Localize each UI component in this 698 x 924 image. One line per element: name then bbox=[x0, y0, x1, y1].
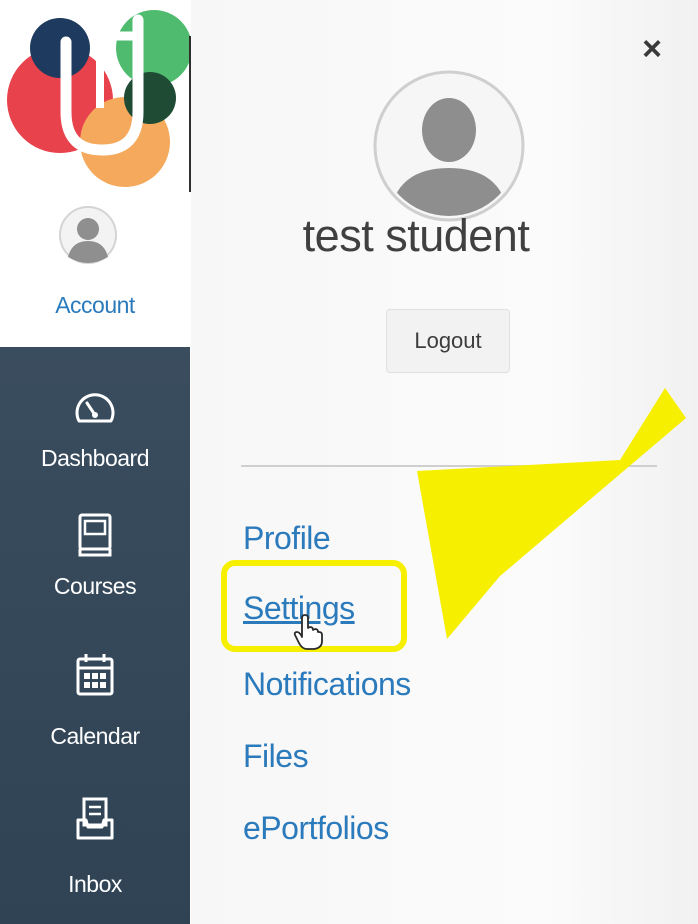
profile-link[interactable]: Profile bbox=[243, 520, 331, 557]
inbox-icon bbox=[0, 789, 190, 849]
account-avatar-icon bbox=[58, 205, 118, 265]
nav-item-inbox[interactable]: Inbox bbox=[0, 789, 190, 919]
nav-item-account[interactable]: Account bbox=[0, 195, 190, 347]
dashboard-icon bbox=[0, 377, 190, 437]
logout-button[interactable]: Logout bbox=[386, 309, 510, 373]
notifications-link[interactable]: Notifications bbox=[243, 666, 411, 703]
account-label: Account bbox=[55, 292, 135, 318]
app-window: Account Dashboard Courses Calendar Inbox… bbox=[0, 0, 698, 924]
user-name: test student bbox=[302, 210, 530, 261]
institution-logo[interactable] bbox=[0, 0, 190, 190]
courses-icon bbox=[0, 505, 190, 565]
nav-label-dashboard: Dashboard bbox=[40, 445, 150, 471]
calendar-icon bbox=[0, 645, 190, 705]
nav-label-inbox: Inbox bbox=[68, 871, 122, 897]
close-icon[interactable]: × bbox=[637, 32, 667, 66]
user-avatar-icon bbox=[373, 70, 525, 222]
logo-icon bbox=[7, 10, 190, 187]
nav-label-calendar: Calendar bbox=[50, 723, 140, 749]
nav-item-courses[interactable]: Courses bbox=[0, 505, 190, 635]
eportfolios-link[interactable]: ePortfolios bbox=[243, 810, 389, 847]
tray-divider bbox=[241, 465, 657, 467]
hand-cursor-icon bbox=[293, 614, 323, 650]
nav-item-calendar[interactable]: Calendar bbox=[0, 645, 190, 775]
files-link[interactable]: Files bbox=[243, 738, 309, 775]
nav-label-courses: Courses bbox=[53, 573, 137, 599]
user-avatar[interactable] bbox=[371, 68, 527, 224]
nav-item-dashboard[interactable]: Dashboard bbox=[0, 377, 190, 507]
global-navigation: Dashboard Courses Calendar Inbox bbox=[0, 347, 190, 924]
account-tray: × test student Logout Profile Settings N… bbox=[191, 0, 698, 924]
